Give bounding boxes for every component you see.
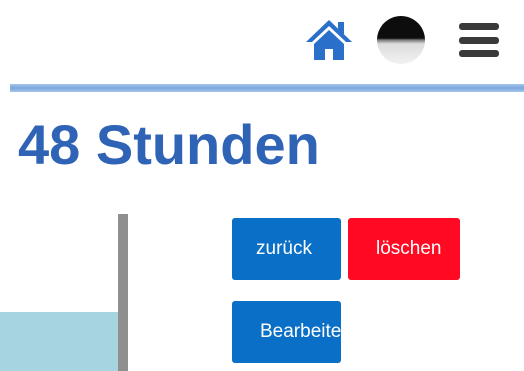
- chart-area: [0, 200, 140, 371]
- home-icon: [306, 20, 352, 60]
- app-page: 48 Stunden zurück löschen Bearbeiten: [0, 0, 524, 371]
- edit-button[interactable]: Bearbeiten: [232, 301, 341, 363]
- page-title: 48 Stunden: [18, 113, 320, 176]
- theme-toggle-icon: [377, 16, 425, 64]
- header-divider: [10, 84, 524, 92]
- hamburger-menu-icon: [459, 20, 499, 60]
- chart-fill: [0, 312, 118, 371]
- back-button[interactable]: zurück: [232, 218, 341, 280]
- home-button[interactable]: [304, 16, 354, 64]
- chart-axis: [118, 214, 128, 371]
- theme-toggle-button[interactable]: [375, 14, 427, 66]
- menu-button[interactable]: [456, 16, 502, 64]
- delete-button[interactable]: löschen: [348, 218, 460, 280]
- top-bar: [0, 0, 524, 84]
